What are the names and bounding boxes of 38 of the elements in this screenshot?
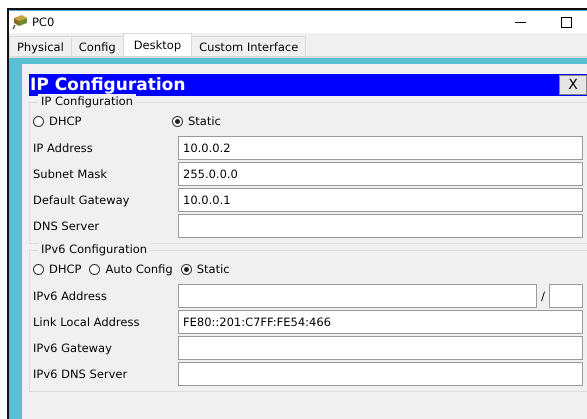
field-label: IPv6 Address xyxy=(33,289,108,303)
tab[interactable]: Custom Interface xyxy=(191,36,306,56)
field-label: Link Local Address xyxy=(33,315,140,329)
tab[interactable]: Physical xyxy=(9,36,72,56)
radio-label[interactable]: Static xyxy=(188,114,221,128)
close-button[interactable]: X xyxy=(559,75,587,95)
radio-label[interactable]: DHCP xyxy=(49,114,82,128)
text-field[interactable]: 10.0.0.1 xyxy=(178,188,583,212)
separator: / xyxy=(540,289,546,303)
dialog-title: IP Configuration xyxy=(29,75,186,95)
radio-label[interactable]: DHCP xyxy=(49,262,82,276)
text-field[interactable]: FE80::201:C7FF:FE54:466 xyxy=(178,310,583,334)
tab[interactable]: Config xyxy=(70,36,124,56)
window-title: PC0 xyxy=(32,15,56,29)
group-legend: IPv6 Configuration xyxy=(38,242,150,256)
text-field[interactable] xyxy=(178,214,583,238)
tab[interactable]: Desktop xyxy=(122,33,192,56)
field-label: IPv6 Gateway xyxy=(33,341,113,355)
field-label: IP Address xyxy=(33,141,94,155)
radio-button[interactable] xyxy=(33,116,44,126)
radio-button[interactable] xyxy=(180,264,192,274)
prefix-field[interactable] xyxy=(549,284,583,308)
radio-button[interactable] xyxy=(89,264,100,274)
text-field[interactable] xyxy=(178,336,583,360)
field-label: DNS Server xyxy=(33,219,100,233)
field-label: IPv6 DNS Server xyxy=(33,367,128,381)
radio-button[interactable] xyxy=(33,264,44,274)
radio-label[interactable]: Static xyxy=(196,262,230,276)
text-field[interactable]: 255.0.0.0 xyxy=(178,162,583,186)
text-field[interactable]: 10.0.0.2 xyxy=(178,136,583,160)
field-label: Default Gateway xyxy=(33,193,130,207)
radio-button[interactable] xyxy=(172,116,183,126)
computer-icon xyxy=(12,15,28,29)
radio-label[interactable]: Auto Config xyxy=(105,262,173,276)
text-field[interactable] xyxy=(178,362,583,386)
text-field[interactable] xyxy=(178,284,537,308)
group-legend: IP Configuration xyxy=(38,94,136,108)
field-label: Subnet Mask xyxy=(33,167,108,181)
